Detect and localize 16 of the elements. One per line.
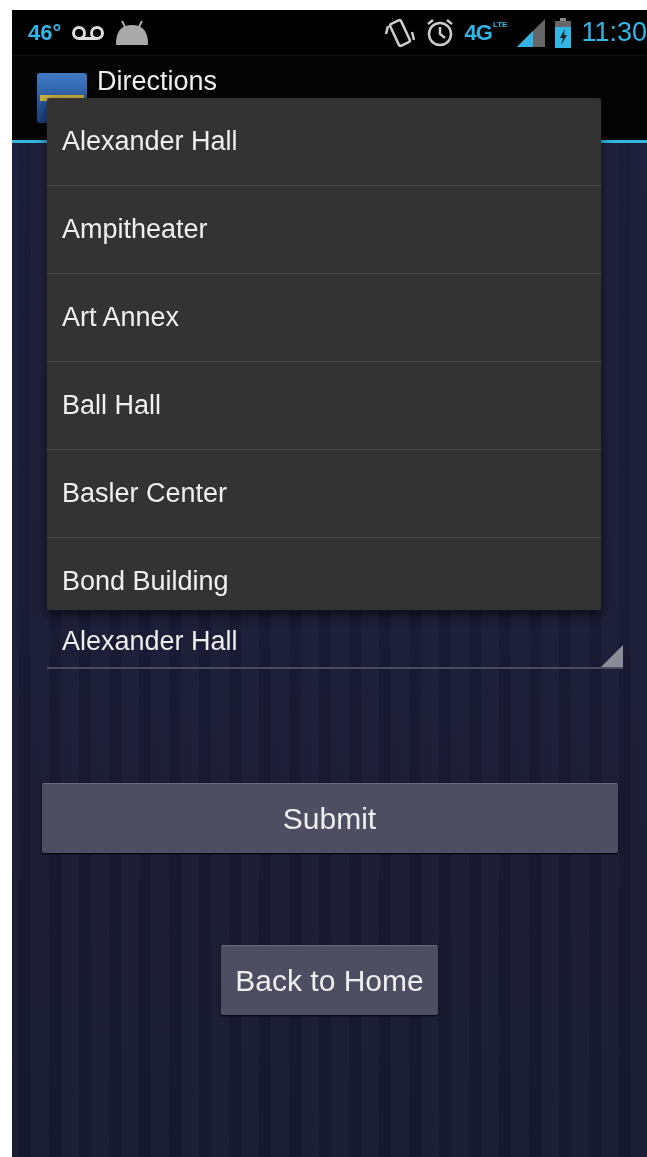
- dropdown-item[interactable]: Ball Hall: [47, 362, 601, 450]
- action-button[interactable]: Back to Home: [221, 945, 438, 1015]
- action-button[interactable]: Submit: [41, 783, 618, 853]
- screen-title: Directions: [97, 68, 218, 95]
- android-icon: [115, 19, 150, 46]
- clock: 11:30: [581, 17, 647, 48]
- building-spinner[interactable]: Alexander Hall: [47, 615, 623, 669]
- dropdown-item[interactable]: Basler Center: [47, 450, 601, 538]
- dropdown-item[interactable]: Ampitheater: [47, 186, 601, 274]
- signal-icon: [517, 18, 546, 47]
- dropdown-item[interactable]: Alexander Hall: [47, 98, 601, 186]
- dropdown-item[interactable]: Art Annex: [47, 274, 601, 362]
- battery-icon: [555, 17, 572, 48]
- voicemail-icon: [71, 23, 106, 42]
- temperature: 46°: [28, 19, 62, 46]
- dropdown-item[interactable]: Bond Building: [47, 538, 601, 610]
